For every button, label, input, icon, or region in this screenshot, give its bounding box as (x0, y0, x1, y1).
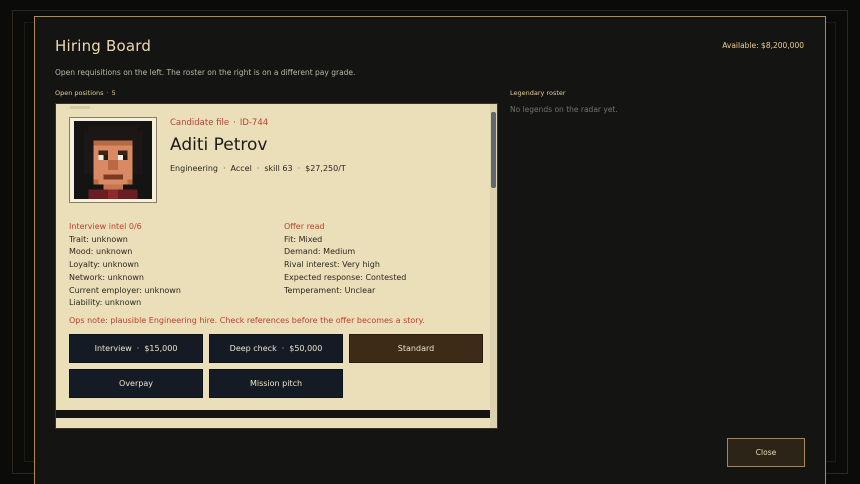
mission-pitch-label: Mission pitch (249, 379, 303, 388)
intel-loyalty: Loyalty: unknown (69, 260, 139, 270)
next-candidate-card[interactable] (56, 418, 491, 428)
intel-current-employer: Current employer: unknown (69, 285, 181, 295)
intel-trait: Trait: unknown (69, 234, 128, 244)
candidate-skill: skill 63 (264, 164, 293, 173)
candidate-file-label: Candidate file (170, 118, 230, 128)
overpay-label: Overpay (119, 379, 153, 388)
separator: · (136, 344, 140, 353)
close-button[interactable]: Close (727, 438, 805, 467)
modal-title: Hiring Board (55, 37, 152, 55)
candidate-name: Aditi Petrov (170, 135, 268, 155)
open-positions-count: 5 (111, 89, 116, 97)
ops-note: Ops note: plausible Engineering hire. Ch… (69, 316, 425, 325)
pixel-face-portrait-icon (74, 121, 152, 199)
card-label-placeholder (70, 106, 90, 109)
candidate-department: Engineering (170, 164, 218, 173)
overpay-button[interactable]: Overpay (69, 369, 203, 398)
open-positions-text: Open positions (55, 89, 104, 97)
mission-pitch-button[interactable]: Mission pitch (209, 369, 343, 398)
interview-label: Interview (94, 344, 132, 353)
candidate-salary: $27,250/T (305, 164, 346, 173)
separator: · (106, 89, 109, 97)
offer-expected-response: Expected response: Contested (284, 272, 407, 282)
deep-check-price: $50,000 (289, 344, 323, 353)
hiring-board-modal: Hiring Board Available: $8,200,000 Open … (34, 16, 826, 484)
candidate-card: Candidate file · ID-744 Aditi Petrov Engin… (56, 104, 491, 410)
candidate-meta: Engineering · Accel · skill 63 · $27,250/T (170, 164, 346, 173)
modal-subtitle: Open requisitions on the left. The roste… (55, 68, 356, 77)
intel-network: Network: unknown (69, 272, 144, 282)
standard-offer-button[interactable]: Standard (349, 334, 483, 363)
close-label: Close (755, 448, 777, 457)
candidate-id: ID-744 (239, 118, 269, 128)
open-positions-label: Open positions · 5 (55, 89, 116, 97)
legendary-roster-empty: No legends on the radar yet. (510, 105, 618, 114)
scrollbar-thumb[interactable] (491, 112, 496, 188)
offer-demand: Demand: Medium (284, 247, 356, 257)
open-positions-list[interactable]: Candidate file · ID-744 Aditi Petrov Engin… (55, 103, 498, 429)
deep-check-button[interactable]: Deep check · $50,000 (209, 334, 343, 363)
separator: · (297, 164, 301, 173)
separator: · (281, 344, 285, 353)
separator: · (233, 118, 236, 128)
interview-price: $15,000 (144, 344, 178, 353)
interview-intel-heading: Interview intel 0/6 (69, 222, 142, 231)
card-divider (56, 410, 491, 418)
candidate-role: Accel (230, 164, 252, 173)
standard-label: Standard (397, 344, 435, 353)
offer-temperament: Temperament: Unclear (284, 285, 376, 295)
separator: · (223, 164, 226, 173)
offer-fit: Fit: Mixed (284, 234, 323, 244)
candidate-file-id: Candidate file · ID-744 (170, 118, 268, 128)
interview-button[interactable]: Interview · $15,000 (69, 334, 203, 363)
offer-rival-interest: Rival interest: Very high (284, 260, 380, 270)
intel-liability: Liability: unknown (69, 298, 142, 308)
offer-read-heading: Offer read (284, 222, 325, 231)
available-funds: Available: $8,200,000 (722, 41, 804, 50)
intel-mood: Mood: unknown (69, 247, 133, 257)
candidate-portrait (69, 117, 157, 203)
deep-check-label: Deep check (229, 344, 277, 353)
interview-intel-section: Interview intel 0/6 Trait: unknown Mood:… (69, 221, 181, 310)
list-scrollbar[interactable] (490, 104, 497, 428)
separator: · (256, 164, 260, 173)
offer-read-section: Offer read Fit: Mixed Demand: Medium Riv… (284, 221, 406, 297)
legendary-roster-label: Legendary roster (510, 89, 566, 97)
